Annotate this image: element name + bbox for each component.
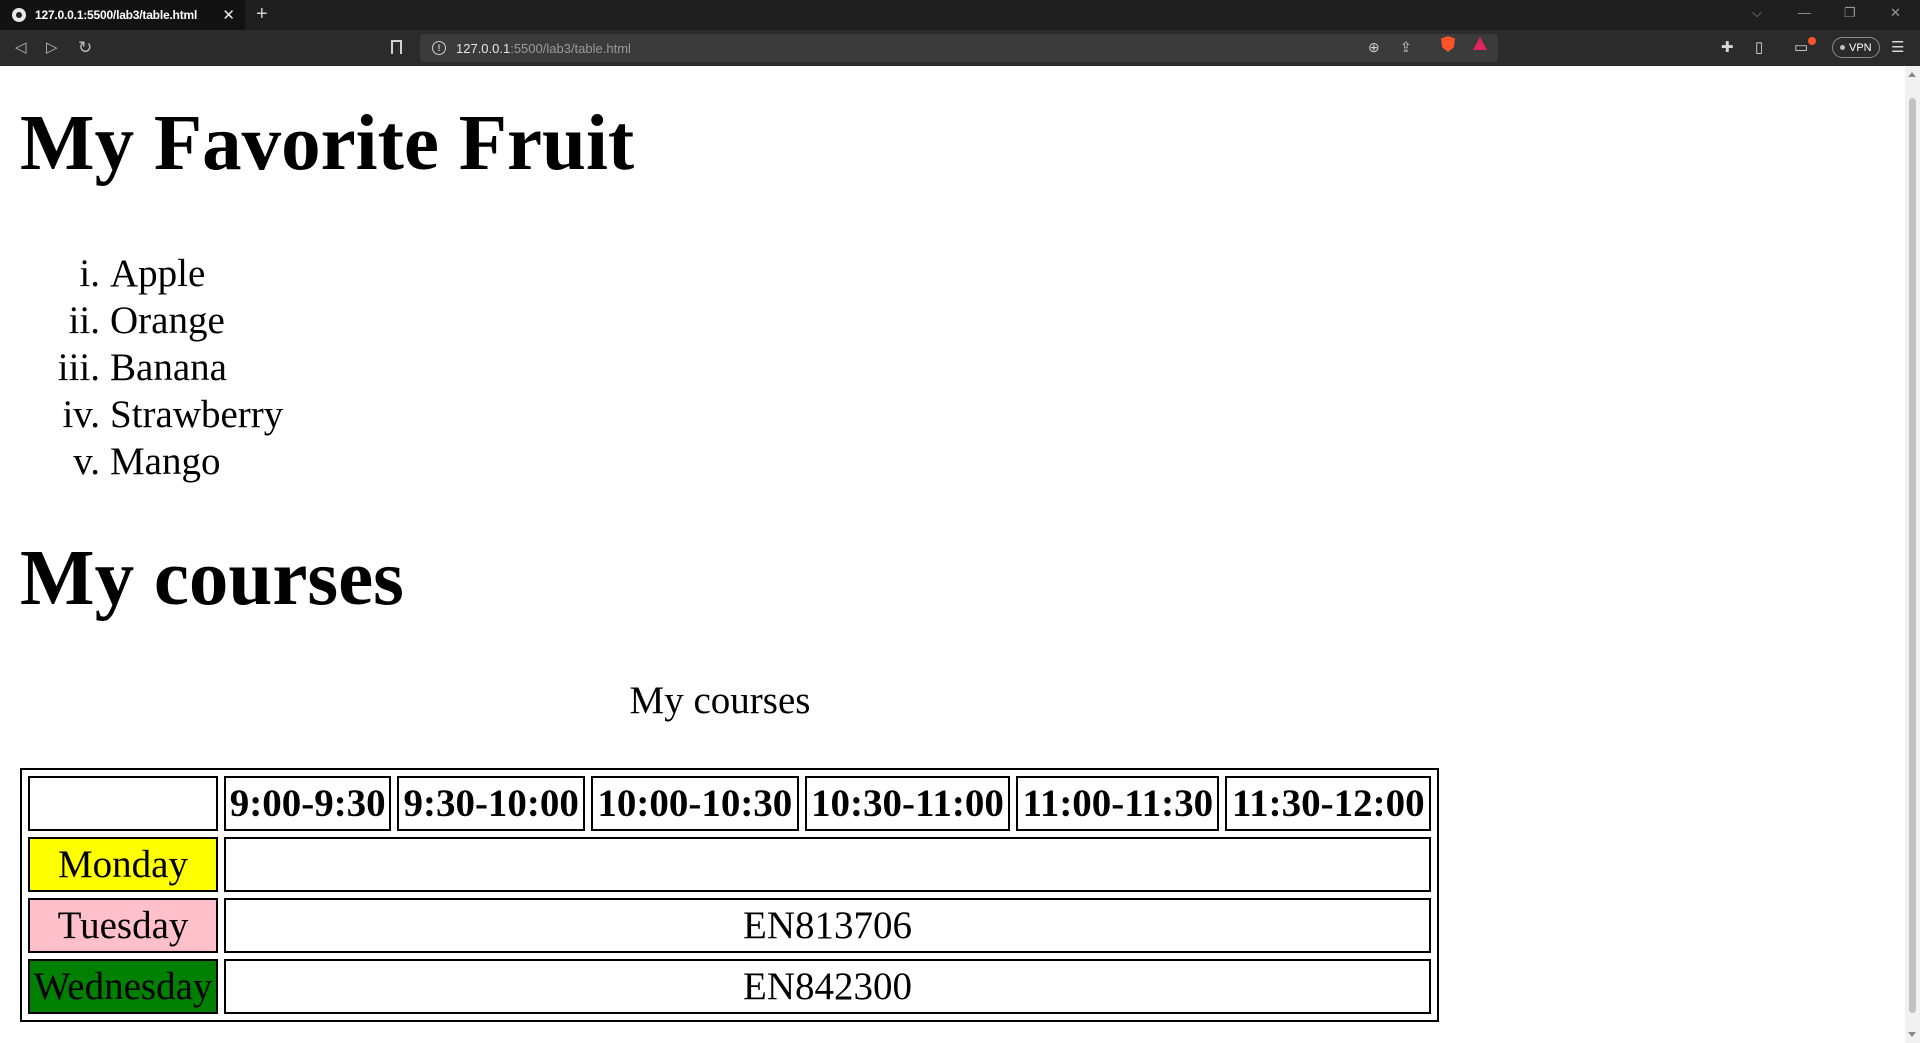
back-icon[interactable]: ◁ — [15, 39, 27, 57]
zoom-icon[interactable]: ⊕ — [1368, 39, 1380, 56]
address-bar[interactable]: ! 127.0.0.1:5500/lab3/table.html ⊕ ⇪ — [420, 34, 1498, 62]
reload-icon[interactable]: ↻ — [78, 39, 92, 57]
table-header-row: 9:00-9:30 9:30-10:00 10:00-10:30 10:30-1… — [28, 776, 1431, 831]
time-slot-header: 9:30-10:00 — [397, 776, 585, 831]
table-row: Wednesday EN842300 — [28, 959, 1431, 1014]
vpn-button[interactable]: VPN — [1832, 37, 1880, 58]
course-cell: EN842300 — [224, 959, 1431, 1014]
restore-icon[interactable]: ❐ — [1844, 5, 1856, 21]
scroll-thumb[interactable] — [1909, 98, 1916, 1013]
table-row: Tuesday EN813706 — [28, 898, 1431, 953]
tab-title: 127.0.0.1:5500/lab3/table.html — [35, 8, 198, 22]
course-cell — [224, 837, 1431, 892]
day-cell-wednesday: Wednesday — [28, 959, 218, 1014]
scroll-up-icon[interactable] — [1908, 72, 1916, 77]
fruit-list: i. Apple ii. Orange iii. Banana iv. Strawber… — [0, 250, 284, 485]
tab-strip: 127.0.0.1:5500/lab3/table.html ✕ + ⌵ — ❐… — [0, 0, 1920, 30]
page-viewport: My Favorite Fruit i. Apple ii. Orange iii.… — [0, 66, 1905, 1043]
menu-icon[interactable]: ☰ — [1891, 39, 1904, 57]
course-cell: EN813706 — [224, 898, 1431, 953]
day-cell-tuesday: Tuesday — [28, 898, 218, 953]
notification-dot — [1808, 37, 1816, 45]
table-row: Monday — [28, 837, 1431, 892]
corner-cell — [28, 776, 218, 831]
time-slot-header: 10:30-11:00 — [804, 776, 1011, 831]
schedule-table: 9:00-9:30 9:30-10:00 10:00-10:30 10:30-1… — [20, 768, 1439, 1022]
list-item: iii. Banana — [57, 346, 227, 389]
globe-icon — [12, 8, 26, 22]
time-slot-header: 9:00-9:30 — [224, 776, 392, 831]
time-slot-header: 11:00-11:30 — [1016, 776, 1220, 831]
brave-rewards-icon[interactable] — [1473, 37, 1487, 50]
wallet-icon[interactable]: ▭ — [1794, 39, 1808, 57]
url-text: 127.0.0.1:5500/lab3/table.html — [456, 40, 631, 56]
list-item: v. Mango — [73, 440, 221, 483]
table-caption: My courses — [629, 679, 811, 722]
close-tab-icon[interactable]: ✕ — [222, 6, 235, 24]
extensions-icon[interactable]: ✚ — [1721, 39, 1734, 57]
sidebar-icon[interactable]: ▯ — [1755, 39, 1763, 57]
browser-tab[interactable]: 127.0.0.1:5500/lab3/table.html ✕ — [0, 0, 245, 30]
minimize-icon[interactable]: — — [1798, 5, 1811, 20]
scroll-down-icon[interactable] — [1908, 1032, 1916, 1037]
day-cell-monday: Monday — [28, 837, 218, 892]
time-slot-header: 10:00-10:30 — [590, 776, 799, 831]
share-icon[interactable]: ⇪ — [1400, 39, 1412, 56]
list-item: ii. Orange — [68, 299, 225, 342]
time-slot-header: 11:30-12:00 — [1225, 776, 1431, 831]
list-item: iv. Strawberry — [62, 393, 284, 436]
close-window-icon[interactable]: ✕ — [1890, 5, 1901, 21]
list-item: i. Apple — [79, 252, 206, 295]
forward-icon[interactable]: ▷ — [46, 39, 58, 57]
new-tab-icon[interactable]: + — [256, 3, 268, 26]
heading-favorite-fruit: My Favorite Fruit — [20, 100, 635, 187]
bookmark-icon[interactable] — [391, 40, 402, 57]
site-info-icon[interactable]: ! — [432, 41, 446, 55]
browser-toolbar: ◁ ▷ ↻ ! 127.0.0.1:5500/lab3/table.html ⊕… — [0, 30, 1920, 66]
heading-my-courses: My courses — [20, 535, 404, 622]
vertical-scrollbar[interactable] — [1905, 66, 1920, 1043]
tab-search-icon[interactable]: ⌵ — [1752, 5, 1762, 21]
